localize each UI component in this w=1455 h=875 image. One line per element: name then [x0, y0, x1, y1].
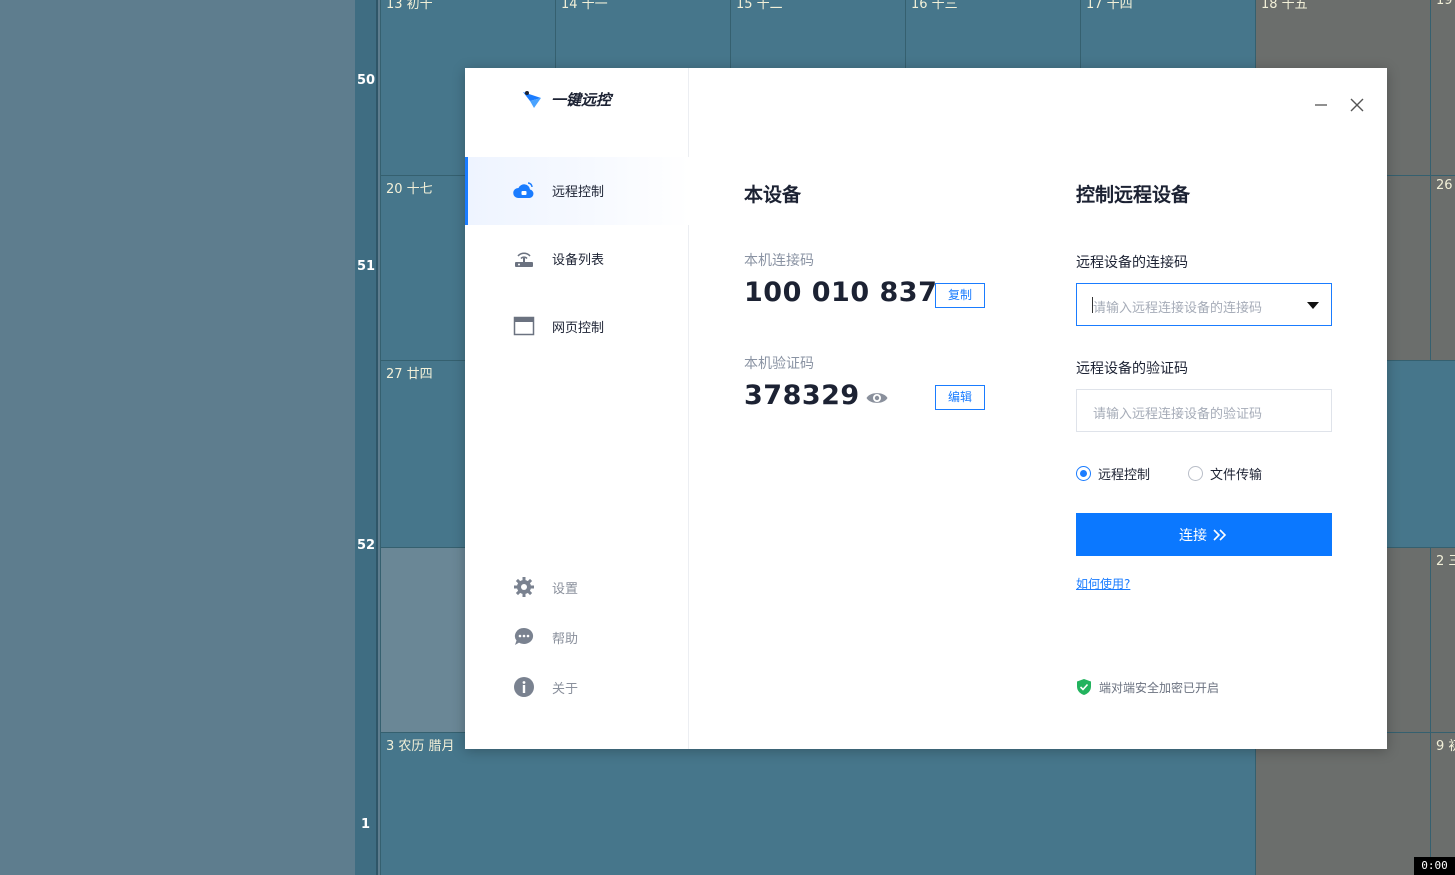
security-status: 端对端安全加密已开启: [1076, 678, 1219, 696]
radio-label: 远程控制: [1098, 468, 1151, 483]
remote-verify-label: 远程设备的验证码: [1076, 361, 1188, 377]
copy-button[interactable]: 复制: [935, 283, 985, 308]
day-label: 20 十七: [386, 182, 433, 197]
app-logo: 一键远控: [521, 88, 611, 110]
week-number: 52: [357, 538, 376, 553]
calendar-day-cell[interactable]: 26: [1430, 175, 1455, 360]
day-label: 18 十五: [1261, 0, 1308, 12]
remote-control-title: 控制远程设备: [1076, 184, 1191, 206]
double-chevron-right-icon: [1213, 528, 1227, 541]
clock-overlay: 0:00: [1414, 857, 1455, 875]
router-icon: [515, 252, 533, 267]
minimize-button[interactable]: [1311, 95, 1331, 115]
nav-item-remote-control[interactable]: 远程控制: [465, 157, 689, 225]
close-icon: [1350, 98, 1364, 112]
chat-help-icon: [514, 627, 534, 645]
nav-item-web-control[interactable]: 网页控制: [465, 293, 689, 361]
sidebar-item-label: 关于: [552, 682, 579, 697]
shield-check-icon: [1077, 679, 1091, 695]
week-number: 51: [357, 259, 376, 274]
this-device-title: 本设备: [744, 184, 802, 206]
calendar-day-cell[interactable]: 2 三: [1430, 547, 1455, 732]
verify-code-label: 本机验证码: [744, 356, 814, 372]
remote-verify-input[interactable]: 请输入远程连接设备的验证码: [1076, 389, 1332, 432]
radio-file-transfer[interactable]: 文件传输: [1188, 464, 1262, 483]
close-button[interactable]: [1347, 95, 1367, 115]
day-label: 16 十三: [911, 0, 958, 12]
connect-code-label: 本机连接码: [744, 253, 814, 269]
gear-icon: [514, 577, 534, 597]
sidebar-item-settings[interactable]: 设置: [465, 572, 689, 602]
day-label: 9 初: [1436, 739, 1455, 754]
cloud-remote-icon: [513, 182, 534, 198]
day-label: 13 初十: [386, 0, 433, 12]
info-icon: [514, 677, 534, 697]
day-label: 27 廿四: [386, 367, 433, 382]
verify-code-value: 378329: [744, 380, 860, 411]
eye-icon: [866, 393, 888, 403]
day-label: 3 农历 腊月: [386, 739, 455, 754]
day-label: 14 十一: [561, 0, 608, 12]
nav-item-device-list[interactable]: 设备列表: [465, 225, 689, 293]
week-number: 50: [357, 73, 376, 88]
radio-dot: [1188, 466, 1203, 481]
day-label: 19: [1436, 0, 1453, 8]
nav-label: 设备列表: [552, 253, 605, 268]
remote-code-placeholder: 请输入远程连接设备的连接码: [1093, 301, 1263, 316]
day-label: 15 十二: [736, 0, 783, 12]
week-number-column: [355, 0, 378, 875]
week-number: 1: [361, 817, 371, 832]
bird-logo-icon: [523, 91, 541, 108]
nav-label: 网页控制: [552, 321, 605, 336]
connect-button[interactable]: 连接: [1076, 513, 1332, 556]
minimize-icon: [1315, 104, 1327, 106]
remote-verify-placeholder: 请输入远程连接设备的验证码: [1093, 407, 1263, 422]
sidebar: 一键远控 远程控制 设备列表 网页控制 设置 帮助 关于: [465, 68, 689, 749]
day-label: 2 三: [1436, 554, 1455, 569]
connect-button-label: 连接: [1179, 527, 1207, 544]
connect-code-value: 100 010 837: [744, 277, 938, 308]
security-note: 端对端安全加密已开启: [1099, 680, 1220, 695]
sidebar-item-label: 设置: [552, 582, 579, 597]
day-label: 26: [1436, 178, 1453, 193]
remote-control-dialog: 一键远控 远程控制 设备列表 网页控制 设置 帮助 关于 本设备 本机连接码 1…: [465, 68, 1387, 749]
calendar-day-cell[interactable]: 19: [1430, 0, 1455, 175]
toggle-visibility-button[interactable]: [865, 388, 889, 408]
calendar-week-row[interactable]: 3 农历 腊月: [380, 732, 1255, 875]
sidebar-item-about[interactable]: 关于: [465, 672, 689, 702]
app-name: 一键远控: [551, 90, 612, 109]
calendar-day-cell[interactable]: 9 初: [1430, 732, 1455, 875]
day-label: 17 十四: [1086, 0, 1133, 12]
calendar-day-cell[interactable]: [1255, 732, 1430, 875]
remote-code-label: 远程设备的连接码: [1076, 255, 1188, 271]
dropdown-arrow-icon[interactable]: [1307, 302, 1319, 309]
remote-code-combobox[interactable]: 请输入远程连接设备的连接码: [1076, 283, 1332, 326]
edit-button[interactable]: 编辑: [935, 385, 985, 410]
radio-remote-control[interactable]: 远程控制: [1076, 464, 1150, 483]
radio-dot: [1076, 466, 1091, 481]
browser-window-icon: [513, 316, 535, 336]
text-caret: [1092, 297, 1093, 313]
nav-label: 远程控制: [552, 185, 605, 200]
how-to-use-link[interactable]: 如何使用?: [1076, 575, 1130, 592]
sidebar-item-label: 帮助: [552, 632, 579, 647]
sidebar-item-help[interactable]: 帮助: [465, 622, 689, 652]
radio-label: 文件传输: [1210, 468, 1263, 483]
